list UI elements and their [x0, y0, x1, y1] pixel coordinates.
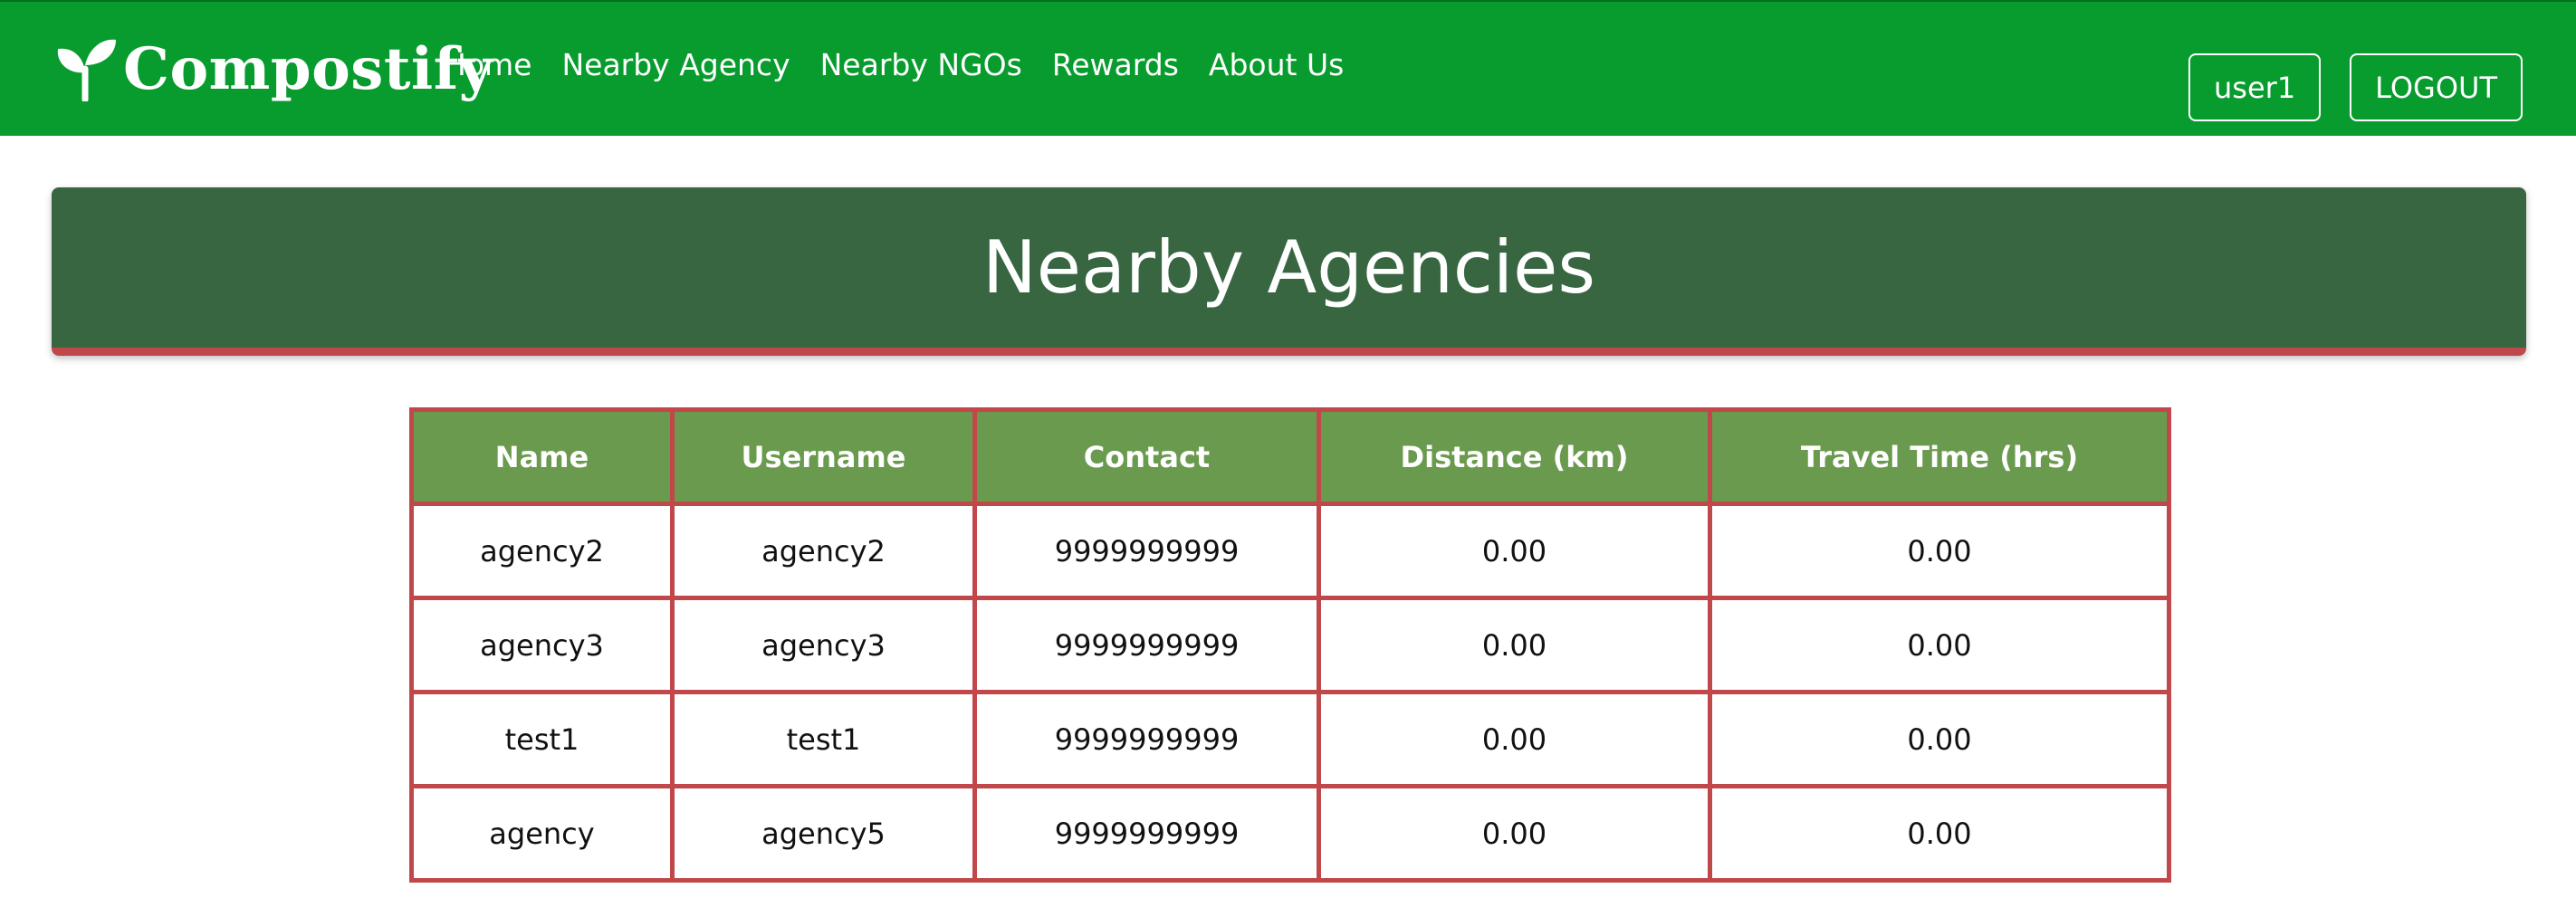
- cell-contact: 9999999999: [972, 596, 1321, 694]
- logout-button[interactable]: LOGOUT: [2350, 53, 2523, 121]
- cell-name: agency2: [409, 502, 675, 600]
- column-header-contact: Contact: [972, 407, 1321, 506]
- cell-contact: 9999999999: [972, 784, 1321, 883]
- cell-distance: 0.00: [1317, 502, 1712, 600]
- column-header-username: Username: [670, 407, 977, 506]
- cell-username: agency5: [670, 784, 977, 883]
- nav-link-nearby-ngos[interactable]: Nearby NGOs: [820, 47, 1022, 82]
- table-row: agency agency5 9999999999 0.00 0.00: [409, 784, 2171, 883]
- nav-link-about-us[interactable]: About Us: [1209, 47, 1344, 82]
- table-row: agency2 agency2 9999999999 0.00 0.00: [409, 502, 2171, 600]
- cell-name: agency3: [409, 596, 675, 694]
- cell-name: test1: [409, 690, 675, 788]
- cell-name: agency: [409, 784, 675, 883]
- user-profile-button[interactable]: user1: [2188, 53, 2322, 121]
- navbar: Compostify Home Nearby Agency Nearby NGO…: [0, 0, 2576, 136]
- page-title: Nearby Agencies: [982, 225, 1596, 310]
- cell-username: agency3: [670, 596, 977, 694]
- agencies-table: Name Username Contact Distance (km) Trav…: [409, 407, 2171, 883]
- cell-distance: 0.00: [1317, 690, 1712, 788]
- nav-link-rewards[interactable]: Rewards: [1052, 47, 1179, 82]
- column-header-name: Name: [409, 407, 675, 506]
- cell-distance: 0.00: [1317, 596, 1712, 694]
- cell-travel-time: 0.00: [1708, 502, 2171, 600]
- column-header-distance: Distance (km): [1317, 407, 1712, 506]
- column-header-travel-time: Travel Time (hrs): [1708, 407, 2171, 506]
- brand-name: Compostify: [123, 34, 493, 103]
- brand-logo[interactable]: Compostify: [53, 33, 493, 105]
- nav-link-nearby-agency[interactable]: Nearby Agency: [561, 47, 790, 82]
- page-title-banner: Nearby Agencies: [52, 187, 2526, 356]
- cell-username: test1: [670, 690, 977, 788]
- cell-contact: 9999999999: [972, 502, 1321, 600]
- cell-travel-time: 0.00: [1708, 784, 2171, 883]
- cell-distance: 0.00: [1317, 784, 1712, 883]
- sprout-icon: [57, 39, 116, 101]
- agencies-table-container: Name Username Contact Distance (km) Trav…: [409, 407, 2171, 883]
- nav-user-controls: user1 LOGOUT: [2159, 53, 2523, 121]
- nav-links: Home Nearby Agency Nearby NGOs Rewards A…: [444, 47, 1374, 82]
- cell-travel-time: 0.00: [1708, 596, 2171, 694]
- nav-link-home[interactable]: Home: [444, 47, 531, 82]
- cell-username: agency2: [670, 502, 977, 600]
- cell-contact: 9999999999: [972, 690, 1321, 788]
- table-header-row: Name Username Contact Distance (km) Trav…: [409, 407, 2171, 506]
- table-row: agency3 agency3 9999999999 0.00 0.00: [409, 596, 2171, 694]
- table-row: test1 test1 9999999999 0.00 0.00: [409, 690, 2171, 788]
- cell-travel-time: 0.00: [1708, 690, 2171, 788]
